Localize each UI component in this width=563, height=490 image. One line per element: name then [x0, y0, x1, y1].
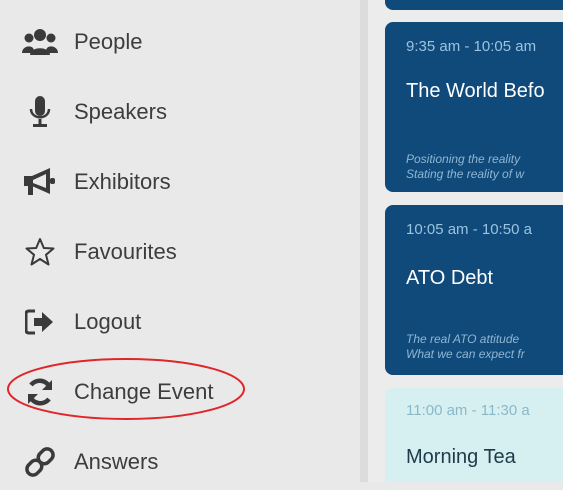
side-menu: People Speakers Exhibitors Favourites Lo…: [0, 0, 360, 482]
link-icon: [20, 442, 60, 482]
session-card[interactable]: 10:05 am - 10:50 a ATO Debt The real ATO…: [385, 205, 563, 375]
menu-item-label: People: [74, 29, 143, 54]
session-time: 11:00 am - 11:30 a: [406, 402, 530, 419]
menu-item-logout[interactable]: Logout: [0, 294, 360, 350]
menu-item-speakers[interactable]: Speakers: [0, 84, 360, 140]
logout-icon: [20, 302, 60, 342]
schedule-list[interactable]: 9:35 am - 10:05 am The World Befo Positi…: [368, 0, 563, 482]
menu-item-label: Exhibitors: [74, 169, 171, 194]
star-outline-icon: [20, 232, 60, 272]
people-icon: [20, 22, 60, 62]
menu-item-label: Answers: [74, 449, 159, 474]
panel-divider: [360, 0, 368, 482]
session-description: Stating the reality of w: [406, 167, 525, 181]
menu-item-label: Speakers: [74, 99, 167, 124]
session-description: What we can expect fr: [406, 347, 525, 361]
session-time: 10:05 am - 10:50 a: [406, 221, 532, 238]
session-description: Positioning the reality: [406, 152, 521, 166]
menu-item-label: Change Event: [74, 379, 214, 404]
session-time: 9:35 am - 10:05 am: [406, 38, 537, 55]
menu-item-label: Favourites: [74, 239, 177, 264]
refresh-icon: [20, 372, 60, 412]
menu-item-label: Logout: [74, 309, 142, 334]
session-title: The World Befo: [406, 80, 545, 102]
megaphone-icon: [20, 162, 60, 202]
session-card[interactable]: 9:35 am - 10:05 am The World Befo Positi…: [385, 22, 563, 192]
session-description: The real ATO attitude: [406, 332, 520, 346]
menu-item-people[interactable]: People: [0, 14, 360, 70]
menu-item-favourites[interactable]: Favourites: [0, 224, 360, 280]
session-title: ATO Debt: [406, 267, 494, 289]
menu-item-exhibitors[interactable]: Exhibitors: [0, 154, 360, 210]
microphone-icon: [20, 92, 60, 132]
session-card[interactable]: 11:00 am - 11:30 a Morning Tea: [385, 388, 563, 482]
menu-item-change-event[interactable]: Change Event: [0, 364, 360, 420]
session-title: Morning Tea: [406, 446, 516, 468]
session-card-partial[interactable]: [385, 0, 563, 10]
